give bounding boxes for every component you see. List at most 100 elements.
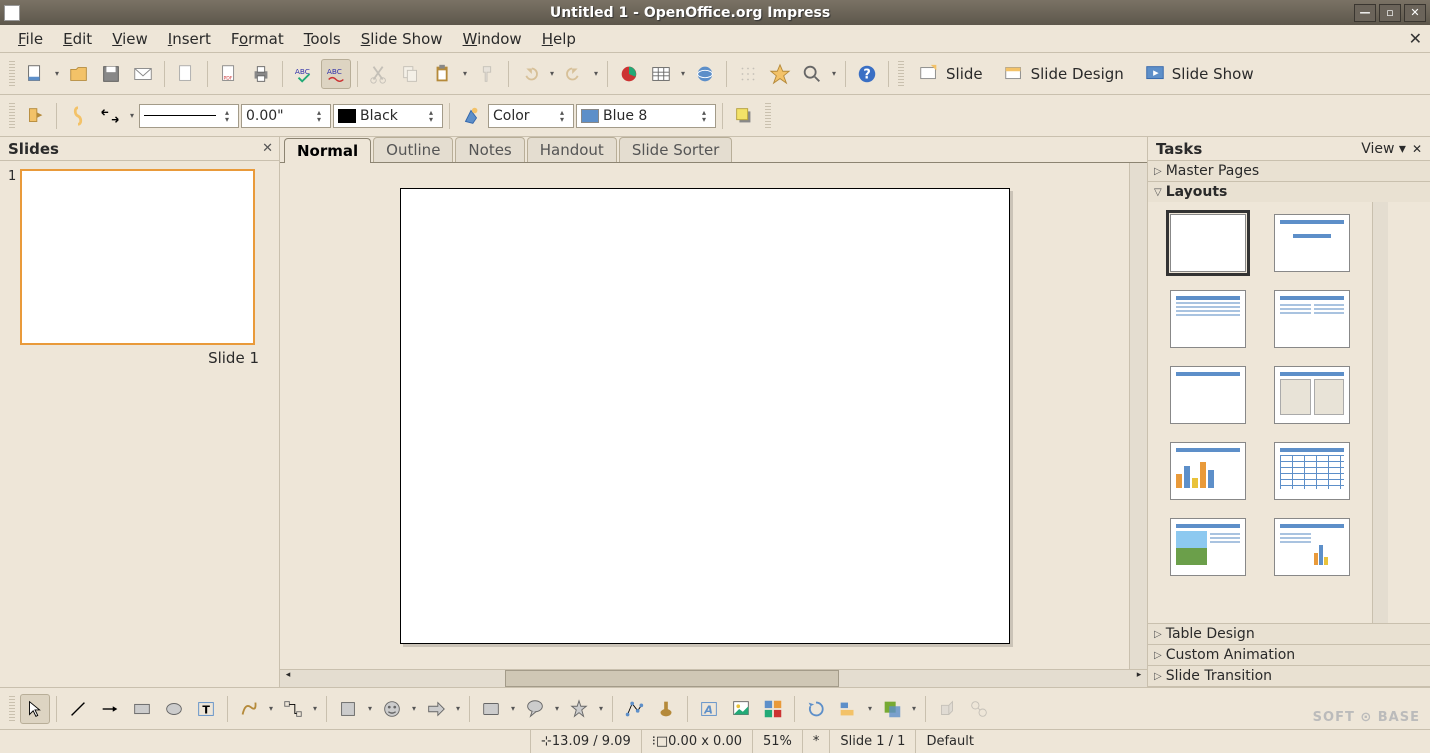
line-color-select[interactable]: Black ▴▾: [333, 104, 443, 128]
line-color-button[interactable]: [63, 101, 93, 131]
save-button[interactable]: [96, 59, 126, 89]
redo-button[interactable]: [559, 59, 589, 89]
rotate-tool[interactable]: [801, 694, 831, 724]
tasks-view-menu[interactable]: View ▾: [1361, 141, 1406, 157]
menu-view[interactable]: View: [102, 26, 158, 52]
maximize-button[interactable]: ▫: [1379, 4, 1401, 22]
points-tool[interactable]: [619, 694, 649, 724]
tab-normal[interactable]: Normal: [284, 138, 371, 163]
new-button[interactable]: [20, 59, 50, 89]
menu-window[interactable]: Window: [453, 26, 532, 52]
menu-format[interactable]: Format: [221, 26, 294, 52]
callouts-dropdown[interactable]: ▾: [552, 694, 562, 724]
fill-style-select[interactable]: Color ▴▾: [488, 104, 574, 128]
export-pdf-button[interactable]: PDF: [214, 59, 244, 89]
block-arrows-dropdown[interactable]: ▾: [453, 694, 463, 724]
block-arrows-tool[interactable]: [421, 694, 451, 724]
auto-spellcheck-button[interactable]: ABC: [321, 59, 351, 89]
menu-file[interactable]: File: [8, 26, 53, 52]
alignment-dropdown[interactable]: ▾: [865, 694, 875, 724]
hyperlink-button[interactable]: [690, 59, 720, 89]
area-button[interactable]: [456, 101, 486, 131]
fill-color-select[interactable]: Blue 8 ▴▾: [576, 104, 716, 128]
edit-file-button[interactable]: [171, 59, 201, 89]
menu-help[interactable]: Help: [532, 26, 586, 52]
curve-tool[interactable]: [234, 694, 264, 724]
menu-insert[interactable]: Insert: [158, 26, 221, 52]
slide-show-button[interactable]: Slide Show: [1135, 59, 1263, 89]
paste-button[interactable]: [428, 59, 458, 89]
vertical-scrollbar[interactable]: [1129, 163, 1147, 669]
zoom-button[interactable]: [797, 59, 827, 89]
callouts-tool[interactable]: [520, 694, 550, 724]
menu-slideshow[interactable]: Slide Show: [351, 26, 453, 52]
arrow-tool[interactable]: [95, 694, 125, 724]
layout-blank[interactable]: [1170, 214, 1246, 272]
slide-thumbnail-1[interactable]: 1: [8, 169, 271, 345]
paste-dropdown[interactable]: ▾: [460, 59, 470, 89]
alignment-tool[interactable]: [833, 694, 863, 724]
spellcheck-button[interactable]: ABC: [289, 59, 319, 89]
glue-points-tool[interactable]: [651, 694, 681, 724]
layout-chart[interactable]: [1170, 442, 1246, 500]
toolbar-grip-2[interactable]: [898, 61, 904, 87]
minimize-button[interactable]: —: [1354, 4, 1376, 22]
slide-transition-header[interactable]: ▷Slide Transition: [1148, 666, 1430, 686]
tab-handout[interactable]: Handout: [527, 137, 617, 162]
close-tasks-panel-icon[interactable]: ✕: [1412, 142, 1422, 156]
symbol-shapes-dropdown[interactable]: ▾: [409, 694, 419, 724]
new-dropdown[interactable]: ▾: [52, 59, 62, 89]
layouts-header[interactable]: ▽Layouts: [1148, 182, 1430, 202]
close-button[interactable]: ✕: [1404, 4, 1426, 22]
layout-clipart-text[interactable]: [1170, 518, 1246, 576]
arrow-ends-button[interactable]: [95, 101, 125, 131]
arrow-style-button[interactable]: [20, 101, 50, 131]
copy-button[interactable]: [396, 59, 426, 89]
fontwork-tool[interactable]: A: [694, 694, 724, 724]
stars-dropdown[interactable]: ▾: [596, 694, 606, 724]
layout-table[interactable]: [1274, 442, 1350, 500]
rectangle-tool[interactable]: [127, 694, 157, 724]
layout-title[interactable]: [1274, 214, 1350, 272]
slides-list[interactable]: 1 Slide 1: [0, 161, 279, 687]
status-zoom[interactable]: 51%: [752, 730, 802, 753]
layout-text-chart[interactable]: [1274, 518, 1350, 576]
layout-title-2box[interactable]: [1274, 366, 1350, 424]
flowchart-dropdown[interactable]: ▾: [508, 694, 518, 724]
flowchart-tool[interactable]: [476, 694, 506, 724]
toolbar-grip-4[interactable]: [765, 103, 771, 129]
canvas-scroll[interactable]: [280, 163, 1129, 669]
tab-notes[interactable]: Notes: [455, 137, 524, 162]
curve-dropdown[interactable]: ▾: [266, 694, 276, 724]
layout-title-only[interactable]: [1170, 366, 1246, 424]
tab-outline[interactable]: Outline: [373, 137, 453, 162]
select-tool[interactable]: [20, 694, 50, 724]
basic-shapes-dropdown[interactable]: ▾: [365, 694, 375, 724]
text-tool[interactable]: T: [191, 694, 221, 724]
toolbar-grip-5[interactable]: [9, 696, 15, 722]
custom-animation-header[interactable]: ▷Custom Animation: [1148, 645, 1430, 665]
gallery-tool[interactable]: [758, 694, 788, 724]
stars-tool[interactable]: [564, 694, 594, 724]
grid-button[interactable]: [733, 59, 763, 89]
ellipse-tool[interactable]: [159, 694, 189, 724]
menu-tools[interactable]: Tools: [294, 26, 351, 52]
help-button[interactable]: ?: [852, 59, 882, 89]
slide-thumb[interactable]: [20, 169, 255, 345]
toolbar-grip[interactable]: [9, 61, 15, 87]
horizontal-scrollbar[interactable]: ◂ ▸: [280, 669, 1147, 687]
format-paintbrush-button[interactable]: [472, 59, 502, 89]
email-button[interactable]: [128, 59, 158, 89]
toolbar-grip-3[interactable]: [9, 103, 15, 129]
undo-button[interactable]: [515, 59, 545, 89]
layouts-scrollbar[interactable]: [1372, 202, 1388, 623]
table-button[interactable]: [646, 59, 676, 89]
close-document-icon[interactable]: ✕: [1409, 29, 1422, 48]
master-pages-header[interactable]: ▷Master Pages: [1148, 161, 1430, 181]
arrange-dropdown[interactable]: ▾: [909, 694, 919, 724]
layout-title-content[interactable]: [1170, 290, 1246, 348]
redo-dropdown[interactable]: ▾: [591, 59, 601, 89]
table-dropdown[interactable]: ▾: [678, 59, 688, 89]
line-tool[interactable]: [63, 694, 93, 724]
interaction-tool[interactable]: [964, 694, 994, 724]
